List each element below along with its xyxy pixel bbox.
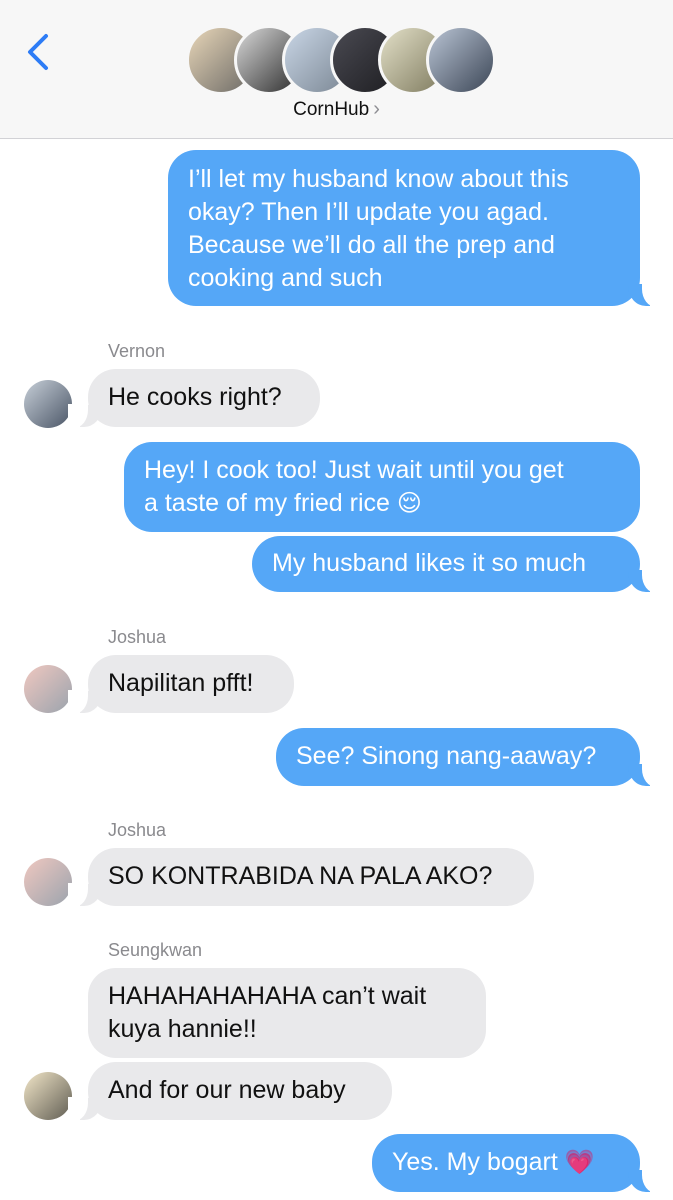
message-line: cooking and such — [188, 264, 383, 292]
message-line: a taste of my fried rice — [144, 489, 390, 517]
message-line: Because we’ll do all the prep and — [188, 231, 555, 259]
message-text: See? Sinong nang-aaway? — [296, 742, 597, 770]
message-line: okay? Then I’ll update you agad. — [188, 198, 549, 226]
message-text: My husband likes it so much — [272, 549, 587, 577]
message-bubble-incoming[interactable]: HAHAHAHAHAHA can’t wait kuya hannie!! — [88, 968, 486, 1058]
chevron-right-icon: › — [373, 98, 380, 120]
message-bubble-incoming[interactable]: Napilitan pfft! — [88, 655, 294, 713]
group-name[interactable]: CornHub › — [0, 98, 673, 121]
sender-name: Joshua — [108, 627, 167, 647]
message-bubble-incoming[interactable]: SO KONTRABIDA NA PALA AKO? — [88, 848, 534, 906]
message-bubble-outgoing[interactable]: I’ll let my husband know about this okay… — [168, 150, 640, 306]
message-text: He cooks right? — [108, 383, 282, 411]
avatar — [24, 380, 72, 428]
chevron-left-icon[interactable] — [22, 30, 58, 74]
bubble-tail — [68, 1097, 102, 1121]
sender-name: Seungkwan — [108, 940, 203, 960]
message-line: I’ll let my husband know about this — [188, 165, 569, 193]
message-line: Hey! I cook too! Just wait until you get — [144, 456, 564, 484]
bubble-tail — [628, 283, 662, 307]
message-text: Yes. My bogart — [392, 1148, 558, 1176]
sender-name: Joshua — [108, 820, 167, 840]
avatar — [24, 665, 72, 713]
message-text: And for our new baby — [108, 1076, 346, 1104]
avatar — [24, 858, 72, 906]
sender-name: Vernon — [108, 341, 166, 361]
group-avatars[interactable] — [186, 25, 496, 95]
message-bubble-outgoing[interactable]: Hey! I cook too! Just wait until you get… — [124, 442, 640, 532]
relieved-face-icon: 😌 — [396, 489, 422, 517]
message-line-with-emoji: a taste of my fried rice 😌 — [144, 487, 620, 520]
bubble-tail — [628, 1169, 662, 1193]
message-bubble-outgoing[interactable]: See? Sinong nang-aaway? — [276, 728, 640, 786]
message-text: Napilitan pfft! — [108, 669, 254, 697]
avatar — [24, 1072, 72, 1120]
message-bubble-incoming[interactable]: He cooks right? — [88, 369, 320, 427]
bubble-tail — [68, 883, 102, 907]
message-bubble-outgoing[interactable]: My husband likes it so much — [252, 536, 640, 592]
bubble-tail — [628, 569, 662, 593]
bubble-tail — [628, 763, 662, 787]
bubble-tail — [68, 404, 102, 428]
heart-icon: 💗 — [564, 1148, 595, 1176]
message-text: SO KONTRABIDA NA PALA AKO? — [108, 862, 493, 890]
conversation-header: CornHub › — [0, 0, 673, 139]
avatar — [426, 25, 496, 95]
group-name-label: CornHub — [293, 99, 370, 120]
message-line: kuya hannie!! — [108, 1015, 257, 1043]
message-bubble-incoming[interactable]: And for our new baby — [88, 1062, 392, 1120]
bubble-tail — [68, 690, 102, 714]
message-line: HAHAHAHAHAHA can’t wait — [108, 982, 427, 1010]
message-bubble-outgoing[interactable]: Yes. My bogart 💗 — [372, 1134, 640, 1192]
